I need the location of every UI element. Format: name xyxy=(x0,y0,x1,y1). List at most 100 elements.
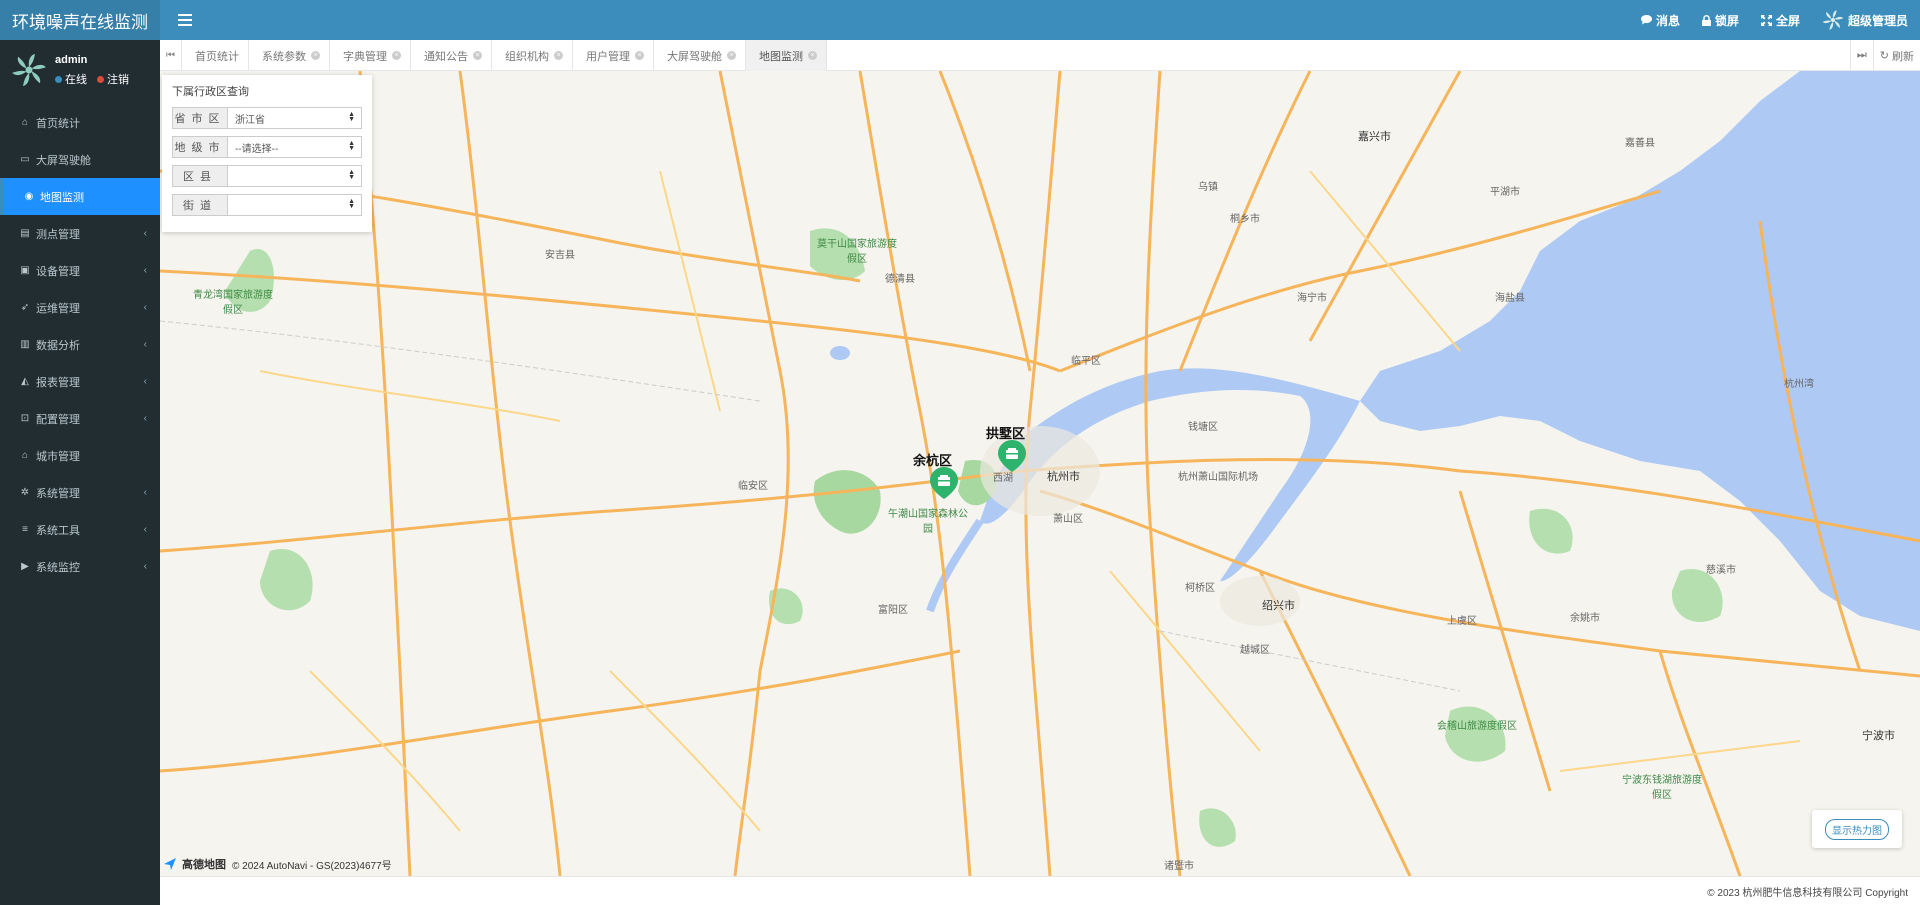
tab-close-icon[interactable]: × xyxy=(473,51,482,60)
tab-label: 大屏驾驶舱 xyxy=(667,50,722,63)
sidebar-item[interactable]: ✲ 系统管理 ‹ xyxy=(0,474,160,511)
map-label-jiaxing: 嘉兴市 xyxy=(1358,131,1391,143)
sidebar-item[interactable]: ▶ 系统监控 ‹ xyxy=(0,548,160,585)
sidebar-item-label: 系统监控 xyxy=(36,561,80,574)
page-tabs: 首页统计 系统参数 × 字典管理 × 通知公告 × 组织机构 × 用户管理 × 大屏驾驶舱 × 地图监测 × xyxy=(182,40,827,71)
heatmap-button[interactable]: 显示热力图 xyxy=(1825,818,1889,840)
page-tab[interactable]: 大屏驾驶舱 × xyxy=(654,40,746,71)
map-label-linping: 临平区 xyxy=(1071,356,1101,367)
tab-close-icon[interactable]: × xyxy=(392,51,401,60)
sidebar-menu: ⌂ 首页统计 ▭ 大屏驾驶舱 ◉ 地图监测 ▤ 测点管理 ‹ ▣ 设备管理 ‹ ➶ 运维管理 ‹ ▥ 数据分析 ‹… xyxy=(0,104,160,585)
tab-label: 首页统计 xyxy=(195,50,239,63)
tab-close-icon[interactable]: × xyxy=(635,51,644,60)
sort-arrows-icon: ▲ ▼ xyxy=(348,140,355,152)
page-tab[interactable]: 首页统计 xyxy=(182,40,249,71)
tab-close-icon[interactable]: × xyxy=(808,51,817,60)
map-base-layer xyxy=(160,71,1920,876)
region-select-row: 区县 ▲ ▼ xyxy=(172,165,362,187)
message-button[interactable]: 消息 xyxy=(1640,12,1680,29)
online-status: 在线 xyxy=(55,71,87,87)
unlock-icon: ⊡ xyxy=(20,413,30,424)
map-label-ningbo: 宁波市 xyxy=(1862,730,1895,742)
fan-avatar-icon xyxy=(12,54,46,86)
map-label-kuaiji: 会稽山旅游度假区 xyxy=(1437,721,1517,732)
tab-close-icon[interactable]: × xyxy=(311,51,320,60)
amap-logo-icon xyxy=(164,858,176,870)
map-label-hangzhou: 杭州市 xyxy=(1047,471,1080,483)
region-select[interactable]: 浙江省 ▲ ▼ xyxy=(228,108,361,128)
chevron-left-icon: ‹ xyxy=(143,561,147,572)
chevron-left-icon: ‹ xyxy=(143,376,147,387)
logout-link[interactable]: 注销 xyxy=(97,71,129,87)
page-tab[interactable]: 用户管理 × xyxy=(573,40,654,71)
sidebar-toggle-icon[interactable] xyxy=(177,12,193,28)
sidebar-item[interactable]: ◉ 地图监测 xyxy=(0,178,160,215)
fullscreen-button[interactable]: 全屏 xyxy=(1760,12,1800,29)
tabs-scroll-left-button[interactable]: ⏮ xyxy=(160,40,182,71)
region-query-panel: 下属行政区查询 省市区 浙江省 ▲ ▼ 地级市 --请选择-- ▲ ▼ 区县 ▲ ▼ 街道 ▲ ▼ xyxy=(162,75,372,232)
logout-icon xyxy=(97,75,104,83)
chevron-left-icon: ‹ xyxy=(143,228,147,239)
region-select[interactable]: --请选择-- ▲ ▼ xyxy=(228,137,361,157)
region-select-label: 街道 xyxy=(173,195,228,215)
map-label-anji: 安吉县 xyxy=(545,250,575,261)
region-select[interactable]: ▲ ▼ xyxy=(228,195,361,215)
map-label-haiyan: 海盐县 xyxy=(1495,293,1525,304)
sidebar-item[interactable]: ≡ 系统工具 ‹ xyxy=(0,511,160,548)
map-label-tongxiang: 桐乡市 xyxy=(1230,214,1260,225)
map-label-dongqian: 宁波东钱湖旅游度假区 xyxy=(1622,775,1702,801)
map-label-fuyang: 富阳区 xyxy=(878,605,908,616)
page-tab[interactable]: 系统参数 × xyxy=(249,40,330,71)
sidebar-item[interactable]: ◭ 报表管理 ‹ xyxy=(0,363,160,400)
monitor-station-icon[interactable] xyxy=(998,440,1026,472)
region-select[interactable]: ▲ ▼ xyxy=(228,166,361,186)
map-label-airport: 杭州萧山国际机场 xyxy=(1178,472,1258,483)
sidebar-item[interactable]: ⌂ 城市管理 xyxy=(0,437,160,474)
heatmap-toggle: 显示热力图 xyxy=(1812,810,1902,848)
region-select-label: 区县 xyxy=(173,166,228,186)
app-title[interactable]: 环境噪声在线监测 xyxy=(0,0,160,40)
sidebar: admin 在线 注销 ⌂ 首页统计 ▭ 大屏驾驶舱 ◉ 地图监测 ▤ 测点管理 ‹ ▣ 设备管理 ‹… xyxy=(0,40,160,905)
bar-chart-icon: ▥ xyxy=(20,339,30,350)
chevron-left-icon: ‹ xyxy=(143,302,147,313)
map-label-hangzhouwan: 杭州湾 xyxy=(1784,379,1814,390)
tabs-scroll-right-button[interactable]: ⏭ xyxy=(1849,40,1873,71)
user-menu-button[interactable]: 超级管理员 xyxy=(1822,9,1908,31)
sidebar-item-label: 系统管理 xyxy=(36,487,80,500)
sidebar-item[interactable]: ⊡ 配置管理 ‹ xyxy=(0,400,160,437)
home-icon: ⌂ xyxy=(21,117,29,128)
tab-bar: ⏮ 首页统计 系统参数 × 字典管理 × 通知公告 × 组织机构 × 用户管理 × 大屏驾驶舱 × 地图监… xyxy=(160,40,1920,71)
sidebar-item[interactable]: ▣ 设备管理 ‹ xyxy=(0,252,160,289)
tab-close-icon[interactable]: × xyxy=(554,51,563,60)
map-label-yuecheng: 越城区 xyxy=(1240,645,1270,656)
monitor-station-icon[interactable] xyxy=(930,467,958,499)
page-tab[interactable]: 地图监测 × xyxy=(746,40,827,71)
user-panel: admin 在线 注销 xyxy=(0,40,160,100)
sidebar-item[interactable]: ➶ 运维管理 ‹ xyxy=(0,289,160,326)
page-tab[interactable]: 通知公告 × xyxy=(411,40,492,71)
comment-icon xyxy=(1640,15,1652,25)
sidebar-item-label: 城市管理 xyxy=(36,450,80,463)
map-label-cixi: 慈溪市 xyxy=(1706,565,1736,576)
sidebar-item[interactable]: ▥ 数据分析 ‹ xyxy=(0,326,160,363)
refresh-button[interactable]: ↻ 刷新 xyxy=(1872,40,1920,71)
map-view[interactable]: 杭州市 嘉兴市 绍兴市 宁波市 杭州萧山国际机场 西湖 临平区 海宁市 桐乡市 … xyxy=(160,71,1920,876)
map-label-haining: 海宁市 xyxy=(1297,293,1327,304)
refresh-icon: ↻ xyxy=(1879,50,1889,62)
tab-label: 字典管理 xyxy=(343,50,387,63)
lock-screen-button[interactable]: 锁屏 xyxy=(1701,12,1739,29)
sidebar-item[interactable]: ⌂ 首页统计 xyxy=(0,104,160,141)
sidebar-item[interactable]: ▤ 测点管理 ‹ xyxy=(0,215,160,252)
top-navbar: 环境噪声在线监测 消息 锁屏 全屏 超级管理员 xyxy=(0,0,1920,40)
tab-close-icon[interactable]: × xyxy=(727,51,736,60)
sidebar-item[interactable]: ▭ 大屏驾驶舱 xyxy=(0,141,160,178)
page-tab[interactable]: 字典管理 × xyxy=(330,40,411,71)
page-tab[interactable]: 组织机构 × xyxy=(492,40,573,71)
sidebar-item-label: 大屏驾驶舱 xyxy=(36,154,91,167)
globe-icon: ◉ xyxy=(24,191,34,202)
chevron-left-icon: ‹ xyxy=(143,487,147,498)
tab-label: 地图监测 xyxy=(759,50,803,63)
region-select-value: --请选择-- xyxy=(235,143,279,155)
lock-icon xyxy=(1701,14,1711,26)
sort-arrows-icon: ▲ ▼ xyxy=(348,111,355,123)
